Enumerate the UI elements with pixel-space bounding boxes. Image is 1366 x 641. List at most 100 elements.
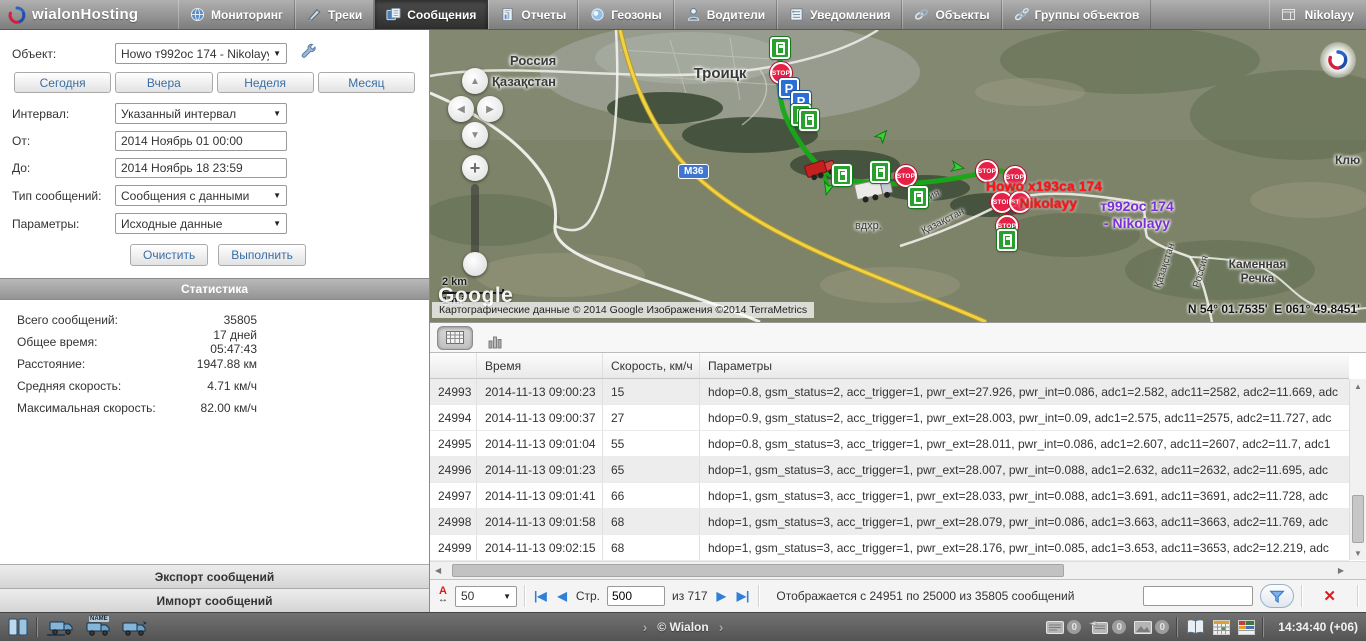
map[interactable]: Россия Қазақстан Троицк Клю Каменная Реч… [430, 30, 1366, 322]
scroll-right-icon[interactable]: ▶ [1338, 562, 1344, 579]
calendar-grid-button[interactable] [1213, 620, 1230, 635]
interval-week-button[interactable]: Неделя [217, 72, 314, 93]
map-label-kazakhstan: Қазақстан [492, 75, 556, 90]
scroll-up-icon[interactable]: ▲ [1354, 379, 1362, 393]
tab-reports[interactable]: Отчеты [488, 0, 578, 29]
map-zoom-slider-thumb[interactable] [463, 252, 487, 276]
pan-right-icon: ▶ [486, 104, 494, 115]
object-select[interactable]: Howo т992ос 174 - Nikolayy ▼ [115, 43, 287, 64]
to-date-input[interactable] [115, 158, 287, 178]
first-page-button[interactable]: |◀ [532, 589, 549, 603]
vertical-scrollbar[interactable]: ▲ ▼ [1349, 379, 1366, 560]
report-templates-button[interactable] [1238, 620, 1255, 635]
log-button[interactable] [1186, 619, 1205, 635]
table-row[interactable]: 24993 2014-11-13 09:00:23 15 hdop=0.8, g… [430, 379, 1349, 405]
fuel-pump-icon [838, 169, 847, 182]
table-row[interactable]: 24996 2014-11-13 09:01:23 65 hdop=1, gsm… [430, 457, 1349, 483]
interval-select[interactable]: Указанный интервал ▼ [115, 103, 287, 124]
chart-view-button[interactable] [485, 327, 507, 349]
images-count: 0 [1155, 620, 1169, 634]
tab-geofences[interactable]: Геозоны [578, 0, 674, 29]
copyright[interactable]: › © Wialon › [643, 619, 724, 635]
stat-row: Общее время: 17 дней 05:47:43 [0, 331, 429, 353]
from-date-input[interactable] [115, 131, 287, 151]
last-page-button[interactable]: ▶| [735, 589, 752, 603]
messages-left-panel: Объект: Howo т992ос 174 - Nikolayy ▼ Сег… [0, 30, 430, 612]
vertical-scrollbar-thumb[interactable] [1352, 495, 1364, 543]
drivers-person-icon [686, 7, 701, 22]
tab-monitoring[interactable]: Мониторинг [178, 0, 295, 29]
clear-button[interactable]: Очистить [130, 244, 208, 266]
fuel-station-marker[interactable] [908, 186, 928, 208]
clear-filter-button[interactable]: ✕ [1309, 587, 1350, 605]
page-number-input[interactable] [607, 586, 665, 606]
stat-value: 4.71 км/ч [165, 379, 257, 393]
to-label: До: [12, 161, 115, 175]
tab-label: Треки [328, 8, 362, 22]
layout-window-icon [1282, 9, 1295, 20]
fuel-station-marker[interactable] [832, 164, 852, 186]
table-row[interactable]: 24999 2014-11-13 09:02:15 68 hdop=1, gsm… [430, 535, 1349, 561]
fuel-station-marker[interactable] [997, 229, 1017, 251]
tab-units[interactable]: Объекты [902, 0, 1001, 29]
map-pan-down-button[interactable]: ▼ [462, 122, 488, 148]
tab-label: Водители [707, 8, 765, 22]
separator [758, 585, 759, 607]
message-type-select[interactable]: Сообщения с данными ▼ [115, 185, 287, 206]
user-name: Nikolayy [1305, 8, 1354, 22]
fit-columns-button[interactable]: A ↔ [438, 587, 448, 605]
execute-button[interactable]: Выполнить [218, 244, 306, 266]
toggle-panel-button[interactable] [8, 618, 28, 636]
follow-units-button[interactable] [121, 619, 149, 636]
cell-speed: 15 [603, 379, 700, 404]
parameters-select[interactable]: Исходные данные ▼ [115, 213, 287, 234]
scroll-down-icon[interactable]: ▼ [1354, 546, 1362, 560]
fuel-station-marker[interactable] [799, 109, 819, 131]
horizontal-scrollbar[interactable]: ◀ ▶ [430, 561, 1366, 579]
stop-marker[interactable]: STOP [895, 165, 917, 187]
horizontal-scrollbar-thumb[interactable] [452, 564, 1064, 577]
map-pan-up-button[interactable]: ▲ [462, 68, 488, 94]
filter-input[interactable] [1143, 586, 1253, 606]
tab-drivers[interactable]: Водители [674, 0, 777, 29]
calendar-grid-icon [1213, 620, 1230, 635]
interval-yesterday-button[interactable]: Вчера [115, 72, 212, 93]
import-messages-button[interactable]: Импорт сообщений [0, 588, 429, 612]
table-row[interactable]: 24995 2014-11-13 09:01:04 55 hdop=0.8, g… [430, 431, 1349, 457]
tab-tracks[interactable]: Треки [295, 0, 374, 29]
table-view-button[interactable] [437, 326, 473, 350]
scroll-left-icon[interactable]: ◀ [435, 562, 441, 579]
fuel-station-marker[interactable] [770, 37, 790, 59]
tab-label: Сообщения [407, 8, 476, 22]
map-pan-right-button[interactable]: ▶ [477, 96, 503, 122]
unit-properties-button[interactable] [299, 42, 317, 65]
driver-messages-indicator[interactable]: 0 [1089, 620, 1126, 634]
form-actions: Очистить Выполнить [130, 244, 417, 266]
interval-label: Интервал: [12, 107, 115, 121]
images-indicator[interactable]: 0 [1134, 620, 1169, 634]
map-zoom-in-button[interactable]: + [462, 155, 488, 181]
next-page-button[interactable]: ▶ [715, 589, 728, 603]
table-row[interactable]: 24998 2014-11-13 09:01:58 68 hdop=1, gsm… [430, 509, 1349, 535]
unit-label-t992oc-purple: т992ос 174 - Nikolayy [1078, 198, 1196, 232]
notices-indicator[interactable]: 0 [1046, 620, 1081, 634]
show-unit-names-button[interactable]: NAME [84, 619, 112, 636]
show-moving-units-button[interactable] [47, 619, 75, 636]
statistics-header: Статистика [0, 278, 429, 300]
interval-month-button[interactable]: Месяц [318, 72, 415, 93]
tab-unit-groups[interactable]: Группы объектов [1002, 0, 1152, 29]
user-menu[interactable]: Nikolayy [1269, 0, 1366, 29]
interval-today-button[interactable]: Сегодня [14, 72, 111, 93]
table-row[interactable]: 24997 2014-11-13 09:01:41 66 hdop=1, gsm… [430, 483, 1349, 509]
fuel-station-marker[interactable] [870, 161, 890, 183]
map-pan-left-button[interactable]: ◀ [448, 96, 474, 122]
apply-filter-button[interactable] [1260, 584, 1294, 608]
tab-notifications[interactable]: Уведомления [777, 0, 902, 29]
export-messages-button[interactable]: Экспорт сообщений [0, 564, 429, 588]
table-row[interactable]: 24994 2014-11-13 09:00:37 27 hdop=0.9, g… [430, 405, 1349, 431]
reports-icon [500, 7, 515, 22]
prev-page-button[interactable]: ◀ [556, 589, 569, 603]
cell-speed: 27 [603, 405, 700, 430]
page-size-select[interactable]: 50 ▼ [455, 586, 517, 607]
tab-messages[interactable]: Сообщения [374, 0, 488, 29]
